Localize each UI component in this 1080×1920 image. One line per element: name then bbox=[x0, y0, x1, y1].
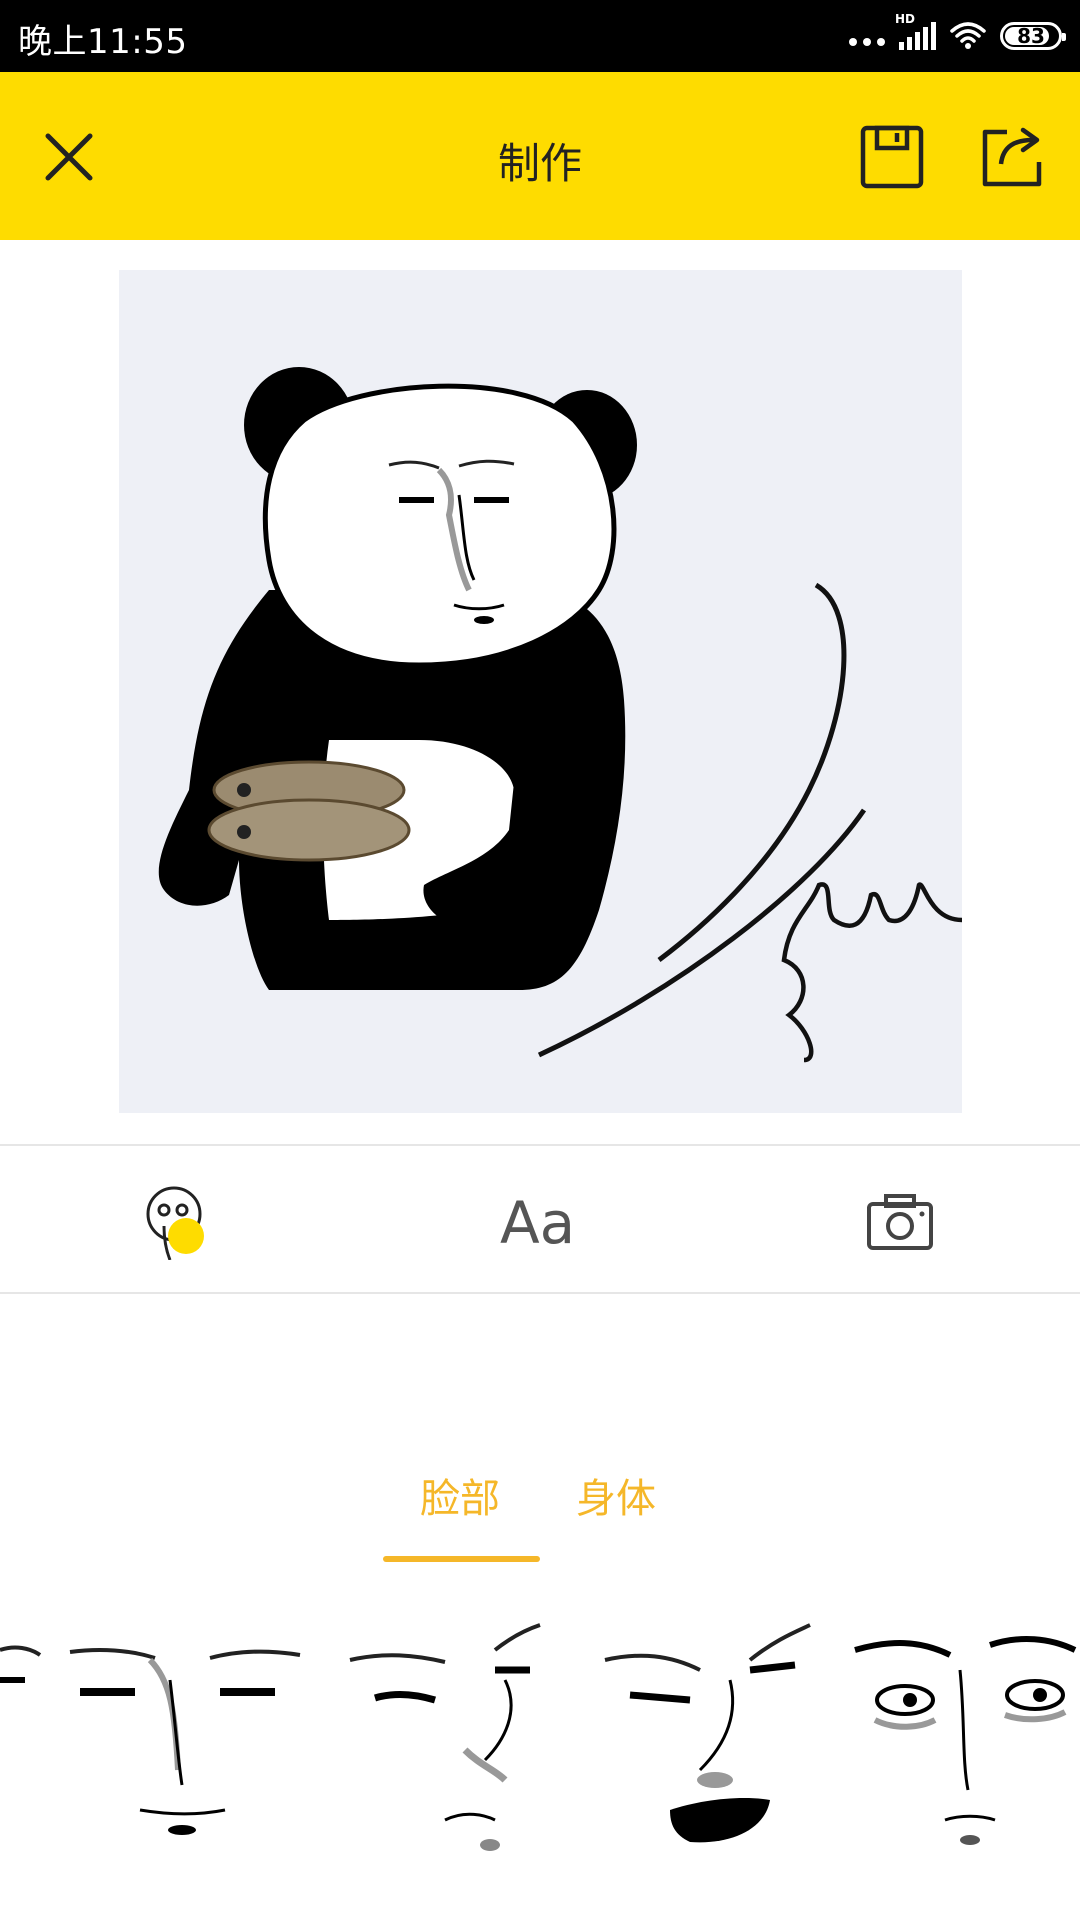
share-icon[interactable] bbox=[977, 122, 1047, 192]
category-tabs: 脸部 身体 bbox=[0, 1460, 1080, 1566]
wifi-icon bbox=[950, 22, 986, 49]
active-tab-indicator bbox=[383, 1556, 540, 1562]
meme-panda-image bbox=[158, 367, 963, 1063]
status-bar: 晚上11:55 HD 83 bbox=[0, 0, 1080, 72]
network-type-label: HD bbox=[895, 12, 916, 26]
battery-icon: 83 bbox=[1000, 22, 1066, 50]
face-calm-icon[interactable] bbox=[60, 1610, 310, 1870]
tab-body[interactable]: 身体 bbox=[576, 1466, 656, 1524]
face-picker-list bbox=[0, 1610, 1080, 1870]
face-shout-icon[interactable] bbox=[600, 1610, 815, 1870]
camera-icon[interactable] bbox=[866, 1186, 934, 1260]
face-sticker-icon[interactable] bbox=[140, 1186, 220, 1260]
top-toolbar: 制作 bbox=[0, 72, 1080, 240]
face-side-glance-icon[interactable] bbox=[345, 1610, 545, 1870]
text-icon[interactable]: Aa bbox=[500, 1186, 590, 1260]
face-tired-icon[interactable] bbox=[850, 1610, 1080, 1870]
battery-level: 83 bbox=[1017, 24, 1045, 48]
status-icons: HD 83 bbox=[849, 12, 1066, 58]
tool-bar: Aa bbox=[0, 1144, 1080, 1294]
save-icon[interactable] bbox=[857, 122, 927, 192]
editor-canvas[interactable] bbox=[119, 270, 963, 1113]
tab-face[interactable]: 脸部 bbox=[420, 1466, 500, 1524]
more-dots-icon bbox=[849, 26, 885, 46]
face-partial-icon[interactable] bbox=[0, 1610, 50, 1870]
signal-icon: HD bbox=[895, 12, 936, 50]
status-time: 晚上11:55 bbox=[18, 22, 188, 62]
